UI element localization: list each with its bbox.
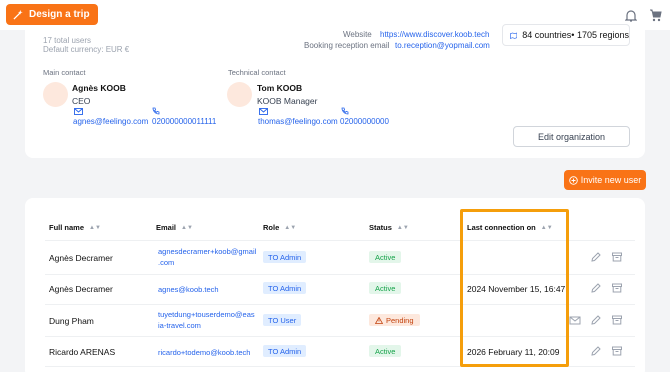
mail-icon	[74, 108, 83, 115]
sort-icon: ▲▼	[181, 224, 193, 231]
row-name: Agnès Decramer	[49, 284, 113, 294]
row-email-line1: ricardo+todemo@koob.tech	[158, 348, 251, 357]
booking-email-label: Booking reception email	[304, 41, 390, 50]
phone-icon	[152, 107, 160, 115]
header-full-name[interactable]: Full name ▲▼	[49, 223, 101, 232]
status-text: Pending	[386, 315, 414, 325]
header-role[interactable]: Role ▲▼	[263, 223, 296, 232]
archive-icon[interactable]	[611, 251, 623, 263]
technical-contact-role: KOOB Manager	[257, 96, 318, 106]
row-name: Agnès Decramer	[49, 253, 113, 263]
header-role-label: Role	[263, 223, 280, 232]
map-icon	[510, 32, 518, 39]
row-email[interactable]: ricardo+todemo@koob.tech	[158, 347, 250, 358]
main-contact-email[interactable]: agnes@feelingo.com	[73, 117, 148, 126]
row-email-line1: agnesdecramer+koob@gmail	[158, 247, 257, 256]
role-badge: TO User	[263, 314, 302, 326]
invite-user-button[interactable]: Invite new user	[564, 170, 646, 190]
row-name: Dung Pham	[49, 316, 94, 326]
website-label: Website	[343, 30, 372, 39]
plus-circle-icon	[568, 175, 578, 185]
sort-icon: ▲▼	[396, 224, 409, 231]
row-email-line2: .com	[158, 258, 175, 267]
technical-contact-avatar	[227, 82, 252, 107]
edit-pencil-icon[interactable]	[590, 314, 602, 326]
main-contact-avatar	[43, 82, 68, 107]
main-contact-role: CEO	[72, 96, 91, 106]
website-link[interactable]: https://www.discover.koob.tech	[380, 30, 489, 39]
status-badge: Pending	[369, 314, 420, 326]
header-status[interactable]: Status ▲▼	[369, 223, 409, 232]
design-trip-button[interactable]: Design a trip	[6, 4, 98, 25]
status-badge: Active	[369, 345, 402, 357]
technical-contact-phone[interactable]: 02000000000	[340, 117, 389, 126]
coverage-box: 84 countries• 1705 regions	[502, 24, 630, 46]
row-email-line1: tuyetdung+touserdemo@eas	[158, 310, 255, 319]
role-badge: TO Admin	[263, 251, 307, 263]
cart-icon[interactable]	[648, 8, 662, 22]
status-text: Active	[375, 283, 396, 293]
resend-mail-icon[interactable]	[569, 314, 581, 326]
status-badge: Active	[369, 282, 402, 294]
coverage-text: 84 countries• 1705 regions	[522, 30, 629, 40]
archive-icon[interactable]	[611, 282, 623, 294]
total-users: 17 total users	[43, 36, 92, 45]
warning-icon	[375, 316, 383, 324]
technical-contact-label: Technical contact	[228, 68, 286, 77]
archive-icon[interactable]	[611, 345, 623, 357]
header-email[interactable]: Email ▲▼	[156, 223, 193, 232]
header-status-label: Status	[369, 223, 392, 232]
edit-pencil-icon[interactable]	[590, 282, 602, 294]
row-email[interactable]: agnes@koob.tech	[158, 284, 219, 295]
main-contact-phone[interactable]: 020000000011111	[152, 117, 216, 126]
status-text: Active	[375, 252, 396, 262]
technical-contact-name: Tom KOOB	[257, 83, 303, 93]
status-text: Active	[375, 346, 396, 356]
row-email[interactable]: tuyetdung+touserdemo@eas ia-travel.com	[158, 309, 255, 331]
header-full-name-label: Full name	[49, 223, 85, 232]
bell-icon[interactable]	[624, 8, 638, 22]
edit-pencil-icon[interactable]	[590, 345, 602, 357]
design-trip-label: Design a trip	[29, 9, 90, 20]
sort-icon: ▲▼	[284, 224, 297, 231]
booking-email-link[interactable]: to.reception@yopmail.com	[395, 41, 490, 50]
invite-user-label: Invite new user	[580, 175, 642, 185]
sort-icon: ▲▼	[89, 224, 101, 231]
archive-icon[interactable]	[611, 314, 623, 326]
row-email-line2: ia-travel.com	[158, 321, 201, 330]
phone-icon	[341, 107, 349, 115]
mail-icon	[259, 108, 268, 115]
main-contact-label: Main contact	[43, 68, 86, 77]
role-badge: TO Admin	[263, 345, 307, 357]
row-email[interactable]: agnesdecramer+koob@gmail .com	[158, 246, 256, 268]
technical-contact-email[interactable]: thomas@feelingo.com	[258, 117, 338, 126]
last-connection-highlight	[460, 209, 569, 367]
header-email-label: Email	[156, 223, 177, 232]
row-email-line1: agnes@koob.tech	[158, 285, 219, 294]
magic-wand-icon	[13, 9, 23, 20]
default-currency: Default currency: EUR €	[43, 45, 130, 54]
main-contact-name: Agnès KOOB	[72, 83, 126, 93]
edit-pencil-icon[interactable]	[590, 251, 602, 263]
role-badge: TO Admin	[263, 282, 307, 294]
edit-organization-button[interactable]: Edit organization	[513, 126, 630, 147]
row-name: Ricardo ARENAS	[49, 347, 116, 357]
status-badge: Active	[369, 251, 402, 263]
